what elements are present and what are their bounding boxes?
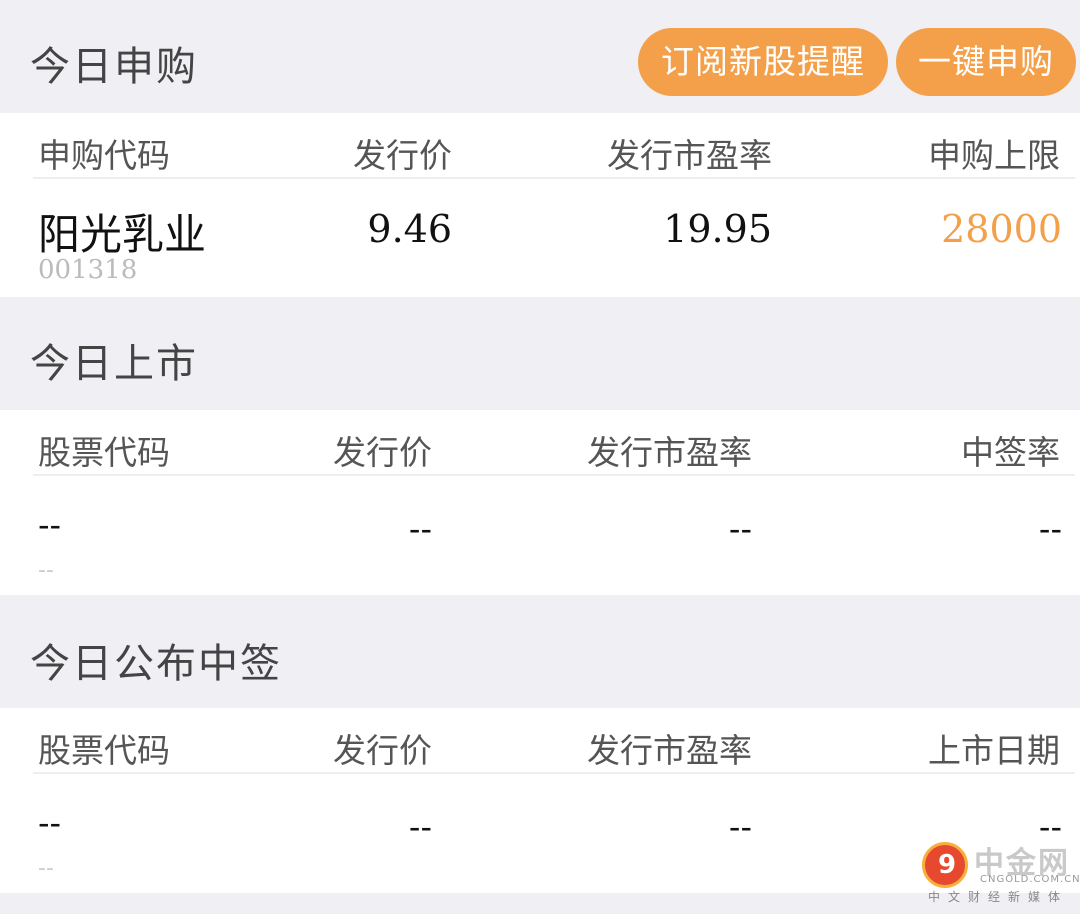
- issue-price-value: --: [408, 510, 432, 548]
- header-issue-price: 发行价: [333, 433, 432, 472]
- stock-name: --: [38, 804, 62, 842]
- issue-price-value: 9.46: [367, 207, 452, 251]
- lottery-title: 今日公布中签: [30, 641, 282, 687]
- listing-header: 今日上市: [0, 297, 1080, 410]
- issue-pe-value: --: [728, 510, 752, 548]
- subscribe-limit-value: 28000: [941, 207, 1062, 251]
- watermark-subtitle: 中文财经新媒体: [928, 890, 1069, 904]
- header-issue-price: 发行价: [333, 731, 432, 770]
- divider: [33, 474, 1075, 476]
- listing-table: 股票代码 发行价 发行市盈率 中签率 -- -- -- -- --: [0, 410, 1080, 595]
- listing-title: 今日上市: [30, 341, 198, 387]
- header-stock-code: 股票代码: [38, 731, 170, 770]
- lottery-header: 今日公布中签: [0, 595, 1080, 708]
- one-click-subscribe-button[interactable]: 一键申购: [896, 28, 1076, 96]
- issue-pe-value: 19.95: [663, 207, 772, 251]
- header-issue-pe: 发行市盈率: [587, 731, 752, 770]
- issue-pe-value: --: [728, 808, 752, 846]
- logo-icon: 9: [922, 842, 968, 888]
- issue-price-value: --: [408, 808, 432, 846]
- lottery-table: 股票代码 发行价 发行市盈率 上市日期 -- -- -- -- --: [0, 708, 1080, 893]
- divider: [33, 772, 1075, 774]
- logo-glyph: 9: [938, 850, 957, 880]
- subscribe-title: 今日申购: [30, 44, 198, 90]
- header-subscribe-limit: 申购上限: [928, 136, 1060, 175]
- lottery-rate-value: --: [1038, 510, 1062, 548]
- stock-code: --: [38, 558, 54, 583]
- stock-code: --: [38, 856, 54, 881]
- header-lottery-rate: 中签率: [961, 433, 1060, 472]
- header-stock-code: 股票代码: [38, 433, 170, 472]
- header-issue-pe: 发行市盈率: [607, 136, 772, 175]
- subscribe-header: 今日申购 订阅新股提醒 一键申购: [0, 0, 1080, 113]
- header-subscribe-code: 申购代码: [38, 136, 170, 175]
- watermark-url: CNGOLD.COM.CN: [980, 874, 1080, 885]
- subscribe-table: 申购代码 发行价 发行市盈率 申购上限 阳光乳业 001318 9.46 19.…: [0, 113, 1080, 297]
- stock-name: --: [38, 506, 62, 544]
- subscribe-alert-button[interactable]: 订阅新股提醒: [638, 28, 888, 96]
- header-issue-price: 发行价: [353, 136, 452, 175]
- header-listing-date: 上市日期: [928, 731, 1060, 770]
- divider: [33, 177, 1075, 179]
- watermark-logo: 9 中金网 CNGOLD.COM.CN 中文财经新媒体: [922, 838, 1080, 908]
- header-issue-pe: 发行市盈率: [587, 433, 752, 472]
- stock-name: 阳光乳业: [38, 210, 207, 259]
- stock-code: 001318: [38, 255, 138, 285]
